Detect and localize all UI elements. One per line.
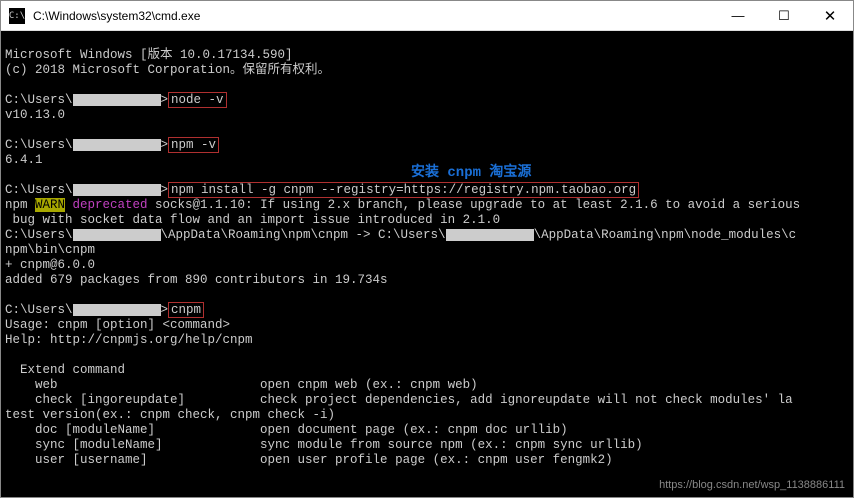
close-button[interactable]: ✕ — [807, 1, 853, 30]
cmd-icon: C:\ — [9, 8, 25, 24]
command-npm-v: npm -v — [168, 137, 219, 153]
watermark: https://blog.csdn.net/wsp_1138886111 — [659, 478, 845, 493]
npm-prefix: npm — [5, 198, 35, 212]
window-title: C:\Windows\system32\cmd.exe — [33, 9, 715, 23]
extend-web: web open cnpm web (ex.: cnpm web) — [5, 378, 478, 392]
warn-text-2: bug with socket data flow and an import … — [5, 213, 500, 227]
install-result: + cnpm@6.0.0 — [5, 258, 95, 272]
redacted-username — [446, 229, 534, 241]
command-node-v: node -v — [168, 92, 227, 108]
prompt-gt: > — [161, 183, 169, 197]
header-line1: Microsoft Windows [版本 10.0.17134.590] — [5, 48, 293, 62]
minimize-button[interactable]: — — [715, 1, 761, 30]
prompt: C:\Users\ — [5, 138, 73, 152]
command-cnpm: cnpm — [168, 302, 204, 318]
redacted-username — [73, 304, 161, 316]
redacted-username — [73, 94, 161, 106]
extend-header: Extend command — [5, 363, 125, 377]
extend-check2: test version(ex.: cnpm check, cnpm check… — [5, 408, 335, 422]
window-controls: — ☐ ✕ — [715, 1, 853, 30]
output-node-version: v10.13.0 — [5, 108, 65, 122]
redacted-username — [73, 184, 161, 196]
extend-check: check [ingoreupdate] check project depen… — [5, 393, 793, 407]
path-prefix: C:\Users\ — [5, 228, 73, 242]
extend-doc: doc [moduleName] open document page (ex.… — [5, 423, 568, 437]
path-mid: \AppData\Roaming\npm\cnpm -> C:\Users\ — [161, 228, 446, 242]
path-end: \AppData\Roaming\npm\node_modules\c — [534, 228, 797, 242]
cmd-window: C:\ C:\Windows\system32\cmd.exe — ☐ ✕ Mi… — [0, 0, 854, 498]
header-line2: (c) 2018 Microsoft Corporation。保留所有权利。 — [5, 63, 330, 77]
prompt-gt: > — [161, 138, 169, 152]
redacted-username — [73, 229, 161, 241]
deprecated-label: deprecated — [65, 198, 148, 212]
annotation-label: 安装 cnpm 淘宝源 — [411, 166, 531, 181]
prompt-gt: > — [161, 93, 169, 107]
prompt: C:\Users\ — [5, 93, 73, 107]
terminal-body[interactable]: Microsoft Windows [版本 10.0.17134.590] (c… — [1, 31, 853, 497]
extend-user: user [username] open user profile page (… — [5, 453, 613, 467]
prompt: C:\Users\ — [5, 183, 73, 197]
prompt-gt: > — [161, 303, 169, 317]
extend-sync: sync [moduleName] sync module from sourc… — [5, 438, 643, 452]
prompt: C:\Users\ — [5, 303, 73, 317]
redacted-username — [73, 139, 161, 151]
usage-line: Usage: cnpm [option] <command> — [5, 318, 230, 332]
help-line: Help: http://cnpmjs.org/help/cnpm — [5, 333, 253, 347]
install-summary: added 679 packages from 890 contributors… — [5, 273, 388, 287]
path-line2: npm\bin\cnpm — [5, 243, 95, 257]
maximize-button[interactable]: ☐ — [761, 1, 807, 30]
output-npm-version: 6.4.1 — [5, 153, 43, 167]
titlebar[interactable]: C:\ C:\Windows\system32\cmd.exe — ☐ ✕ — [1, 1, 853, 31]
warn-badge: WARN — [35, 198, 65, 212]
warn-text: socks@1.1.10: If using 2.x branch, pleas… — [148, 198, 801, 212]
command-install-cnpm: npm install -g cnpm --registry=https://r… — [168, 182, 639, 198]
